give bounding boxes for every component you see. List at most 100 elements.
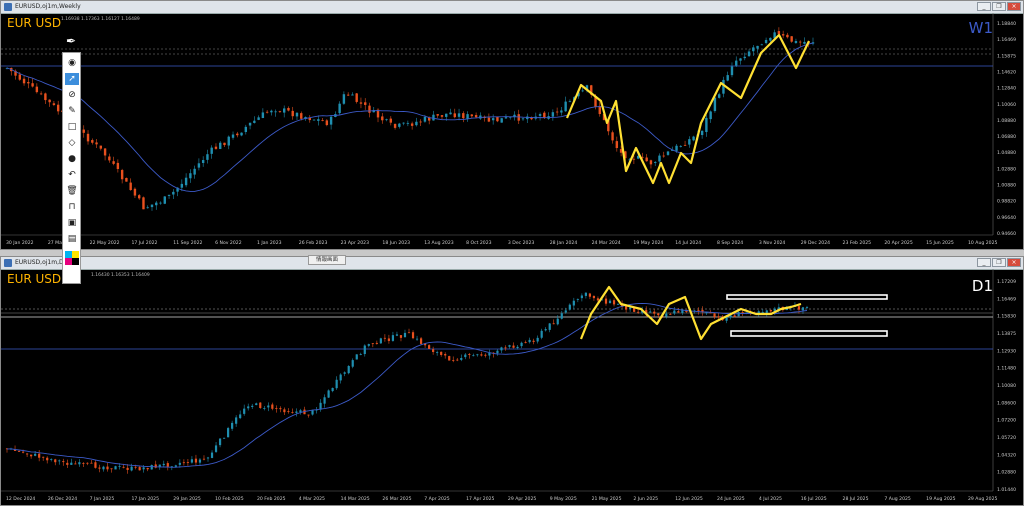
candle-body [312,119,316,121]
candle-body [134,466,137,468]
crosshair-icon[interactable]: ⊘ [65,89,79,101]
candle-body [62,461,65,463]
close-button[interactable]: × [1007,2,1021,11]
candle-body [206,154,209,160]
drawing-toolbar: ◉ ➚ ⊘ ✎ □ ◇ ● ↶ 🗑 ⊓ ▣ ▤ [62,52,81,284]
minimize-button[interactable]: _ [977,2,991,11]
candle-body [462,113,465,119]
candle-body [182,462,185,464]
candle-body [351,94,354,96]
candle-body [637,311,640,313]
cursor-icon[interactable]: ➚ [65,73,79,85]
candle-body [781,34,785,36]
candle-body [470,114,474,117]
candle-body [662,155,665,157]
date-tick-label: 26 Dec 2024 [48,496,77,502]
candle-body [114,466,117,470]
candle-body [552,323,555,325]
minimize-button[interactable]: _ [977,258,991,267]
candle-body [419,338,423,344]
date-tick-label: 4 Mar 2025 [299,496,325,502]
candle-body [411,332,415,339]
daily-chart-window[interactable]: EURUSD,oj1m,Daily _ ❐ × 1.16430 1.16353 … [0,256,1024,506]
candle-body [347,365,350,374]
candle-body [38,453,41,458]
candle-body [383,337,386,339]
candle-body [555,111,559,113]
candle-body [58,460,61,462]
pencil-icon[interactable]: ✎ [65,105,79,117]
candle-body [300,113,303,119]
candle-body [359,102,363,104]
date-tick-label: 2 Jun 2025 [633,496,658,502]
candle-body [30,454,33,457]
candle-body [346,94,350,96]
date-tick-label: 15 Jun 2025 [926,240,954,246]
candle-body [564,310,567,313]
candle-body [717,316,720,318]
candle-body [588,293,592,297]
candle-body [299,410,302,413]
candle-body [255,403,258,406]
candle-body [669,314,672,315]
candle-body [474,115,478,118]
candle-body [66,462,69,465]
clipboard-icon[interactable]: ▤ [65,233,79,245]
candle-body [683,144,687,146]
weekly-chart-canvas[interactable]: 1.18840 1.16469 1.15875 1.14620 1.12840 1.100… [1,13,1023,249]
candle-body [747,51,751,57]
candle-body [279,408,282,410]
candle-body [432,114,435,121]
candle-body [375,342,378,344]
trash-icon[interactable]: 🗑 [65,185,79,197]
date-tick-label: 17 Jan 2025 [131,496,159,502]
magnet-icon[interactable]: ⊓ [65,201,79,213]
price-tick-label: 1.18840 [997,21,1016,27]
undo-icon[interactable]: ↶ [65,169,79,181]
date-tick-label: 17 Apr 2025 [466,496,494,502]
restore-button[interactable]: ❐ [992,2,1006,11]
price-tick-label: 1.04320 [997,452,1016,458]
candle-body [769,37,772,41]
dot-icon[interactable]: ● [65,153,79,165]
date-tick-label: 9 May 2025 [550,496,577,502]
candle-body [110,468,113,470]
candle-body [665,313,668,317]
close-button[interactable]: × [1007,258,1021,267]
candle-body [548,323,551,330]
chart-window-icon [4,3,12,11]
candle-body [480,354,483,356]
date-tick-label: 26 Mar 2025 [382,496,411,502]
eye-icon[interactable]: ◉ [65,57,79,69]
candle-body [604,298,608,304]
candle-body [355,93,358,102]
info-screen-button[interactable]: 情報画面 [308,255,346,265]
candle-body [803,41,806,44]
candle-body [231,134,235,138]
candle-body [82,129,85,133]
candle-body [146,207,149,209]
candle-body [393,123,397,128]
weekly-window-title: EURUSD,oj1m,Weekly [15,3,81,10]
date-tick-label: 12 Jun 2025 [675,496,703,502]
price-tick-label: 1.02880 [997,166,1016,172]
weekly-chart-window[interactable]: EURUSD,oj1m,Weekly _ ❐ × 1.16938 1.17363… [0,0,1024,250]
candle-body [632,158,636,160]
candle-body [488,352,491,356]
candle-body [118,466,121,467]
candle-body [142,467,145,470]
screenshot-icon[interactable]: ▣ [65,217,79,229]
rectangle-icon[interactable]: □ [65,121,79,133]
candle-body [658,155,661,162]
candle-body [363,345,366,355]
color-palette-icon[interactable] [65,251,79,265]
date-tick-label: 24 Jun 2025 [717,496,745,502]
candle-body [520,342,523,347]
candle-body [206,457,210,459]
pen-tool-icon[interactable]: ✒ [64,34,78,48]
daily-chart-canvas[interactable]: 1.17209 1.16469 1.15830 1.13875 1.12930 1.114… [1,269,1023,505]
candle-body [248,122,252,126]
restore-button[interactable]: ❐ [992,258,1006,267]
eraser-icon[interactable]: ◇ [65,137,79,149]
candle-body [126,467,129,470]
